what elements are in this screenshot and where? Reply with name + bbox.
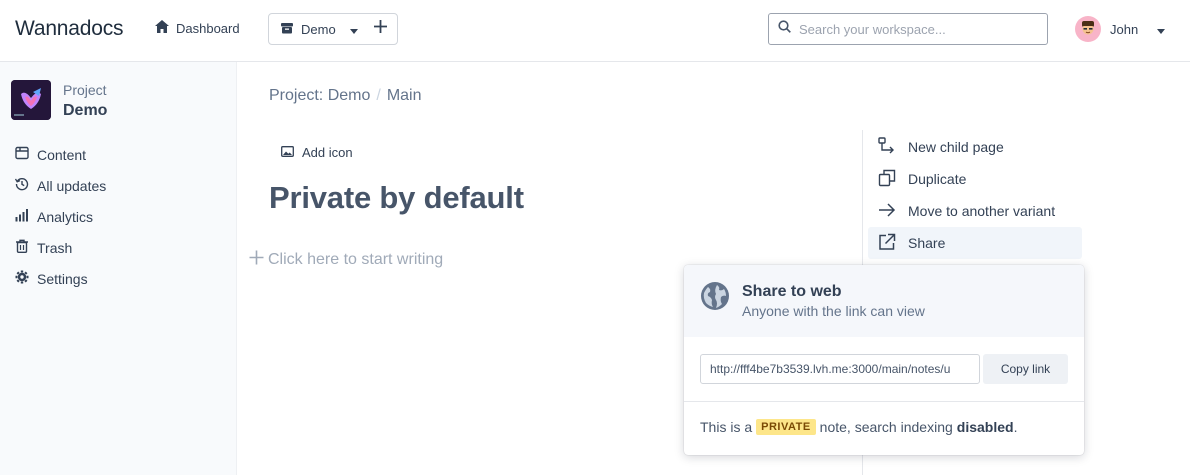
avatar [1075, 16, 1101, 42]
variant-switcher: Demo [268, 13, 398, 45]
content-icon [15, 146, 29, 163]
archive-icon [281, 22, 293, 37]
editor-placeholder-text: Click here to start writing [268, 251, 444, 268]
private-badge: PRIVATE [756, 419, 816, 435]
search-box [768, 13, 1048, 45]
action-label: Move to another variant [908, 203, 1056, 219]
sidebar-item-content[interactable]: Content [15, 146, 86, 163]
search-input[interactable] [799, 21, 1039, 37]
indexing-status: disabled [956, 419, 1014, 435]
sidebar-item-label: All updates [37, 177, 107, 194]
sidebar-item-label: Content [37, 146, 87, 163]
move-to-variant-button[interactable]: Move to another variant [868, 195, 1082, 227]
globe-icon [700, 281, 730, 316]
child-page-icon [878, 136, 896, 158]
duplicate-icon [878, 169, 896, 190]
sidebar-item-analytics[interactable]: Analytics [15, 208, 93, 225]
sidebar-item-label: Analytics [37, 208, 94, 225]
trash-icon [15, 239, 29, 256]
add-icon-button[interactable]: Add icon [281, 145, 353, 160]
sidebar: Project Demo Content All updates Analyti… [0, 62, 237, 475]
gear-icon [15, 270, 29, 287]
sidebar-item-trash[interactable]: Trash [15, 239, 72, 256]
history-icon [14, 177, 29, 194]
share-popover: Share to web Anyone with the link can vi… [684, 265, 1084, 455]
divider [684, 401, 1084, 402]
notice-prefix: This is a [700, 419, 753, 435]
action-label: Duplicate [908, 171, 967, 187]
notice-middle: note, search indexing [819, 419, 953, 435]
dashboard-label: Dashboard [176, 20, 240, 36]
analytics-icon [15, 208, 29, 225]
project-name[interactable]: Demo [63, 102, 107, 120]
share-button[interactable]: Share [868, 227, 1082, 259]
home-icon [155, 20, 169, 36]
new-child-page-button[interactable]: New child page [868, 131, 1082, 163]
variant-label: Demo [301, 21, 336, 37]
duplicate-button[interactable]: Duplicate [868, 163, 1082, 195]
chevron-down-icon [349, 22, 358, 37]
project-label: Project [63, 82, 107, 98]
breadcrumb: Project: Demo / Main [269, 87, 422, 105]
image-icon [281, 145, 294, 160]
user-name: John [1110, 21, 1139, 37]
share-subtitle: Anyone with the link can view [742, 303, 925, 319]
editor-placeholder[interactable]: Click here to start writing [249, 250, 443, 270]
sidebar-item-label: Trash [37, 239, 73, 256]
page-title[interactable]: Private by default [269, 180, 524, 216]
action-label: New child page [908, 139, 1004, 155]
share-popover-header: Share to web Anyone with the link can vi… [684, 265, 1084, 337]
privacy-notice: This is a PRIVATE note, search indexing … [700, 419, 1017, 435]
share-title: Share to web [742, 283, 842, 300]
plus-icon [374, 20, 388, 38]
top-bar: Wannadocs Dashboard Demo Search your wor… [0, 0, 1190, 62]
chevron-down-icon [1157, 22, 1166, 37]
breadcrumb-separator: / [376, 87, 381, 104]
plus-icon [249, 250, 264, 270]
project-logo[interactable] [11, 80, 51, 120]
copy-link-button[interactable]: Copy link [983, 354, 1068, 384]
action-label: Share [908, 235, 946, 251]
arrow-right-icon [878, 201, 896, 222]
breadcrumb-project[interactable]: Project: Demo [269, 87, 370, 105]
search-icon [778, 20, 791, 38]
breadcrumb-page[interactable]: Main [387, 87, 422, 105]
notice-end: . [1013, 419, 1018, 435]
user-menu[interactable]: John [1075, 16, 1166, 42]
app-logo[interactable]: Wannadocs [15, 17, 124, 41]
sidebar-item-settings[interactable]: Settings [15, 270, 88, 287]
dashboard-link[interactable]: Dashboard [155, 20, 240, 36]
sidebar-item-all-updates[interactable]: All updates [14, 177, 107, 194]
external-link-icon [878, 233, 896, 254]
sidebar-item-label: Settings [37, 270, 88, 287]
add-variant-button[interactable] [365, 14, 397, 44]
variant-select[interactable]: Demo [269, 14, 365, 44]
add-icon-label: Add icon [302, 145, 353, 160]
share-link-field[interactable] [700, 354, 980, 384]
